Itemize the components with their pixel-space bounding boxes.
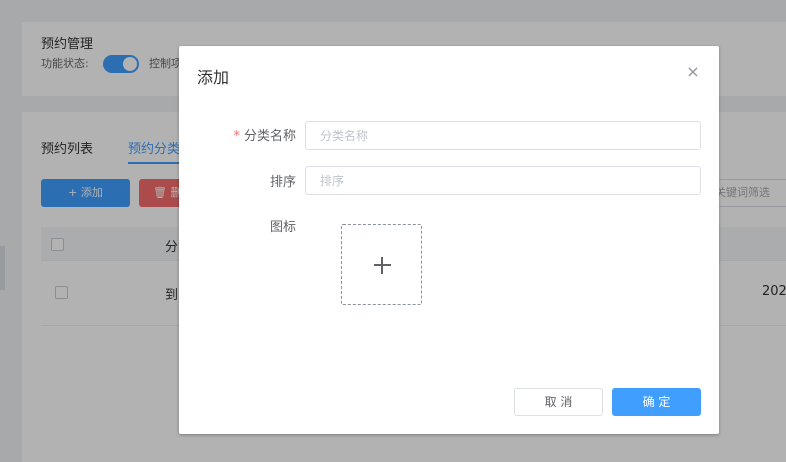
icon-uploader[interactable]	[341, 224, 422, 305]
category-name-input[interactable]	[305, 121, 701, 150]
cancel-button[interactable]: 取 消	[514, 388, 603, 416]
sort-label: 排序	[269, 175, 296, 190]
add-category-dialog: 添加 × *分类名称 排序 图标 取 消 确 定	[179, 46, 719, 434]
confirm-button[interactable]: 确 定	[612, 388, 701, 416]
icon-label: 图标	[269, 220, 296, 235]
dialog-title: 添加	[197, 68, 230, 87]
required-mark: *	[233, 129, 240, 144]
sort-input[interactable]	[305, 166, 701, 195]
category-name-label-text: 分类名称	[243, 129, 296, 144]
close-icon[interactable]: ×	[684, 63, 702, 81]
category-name-label: * 分类名称	[233, 125, 296, 144]
